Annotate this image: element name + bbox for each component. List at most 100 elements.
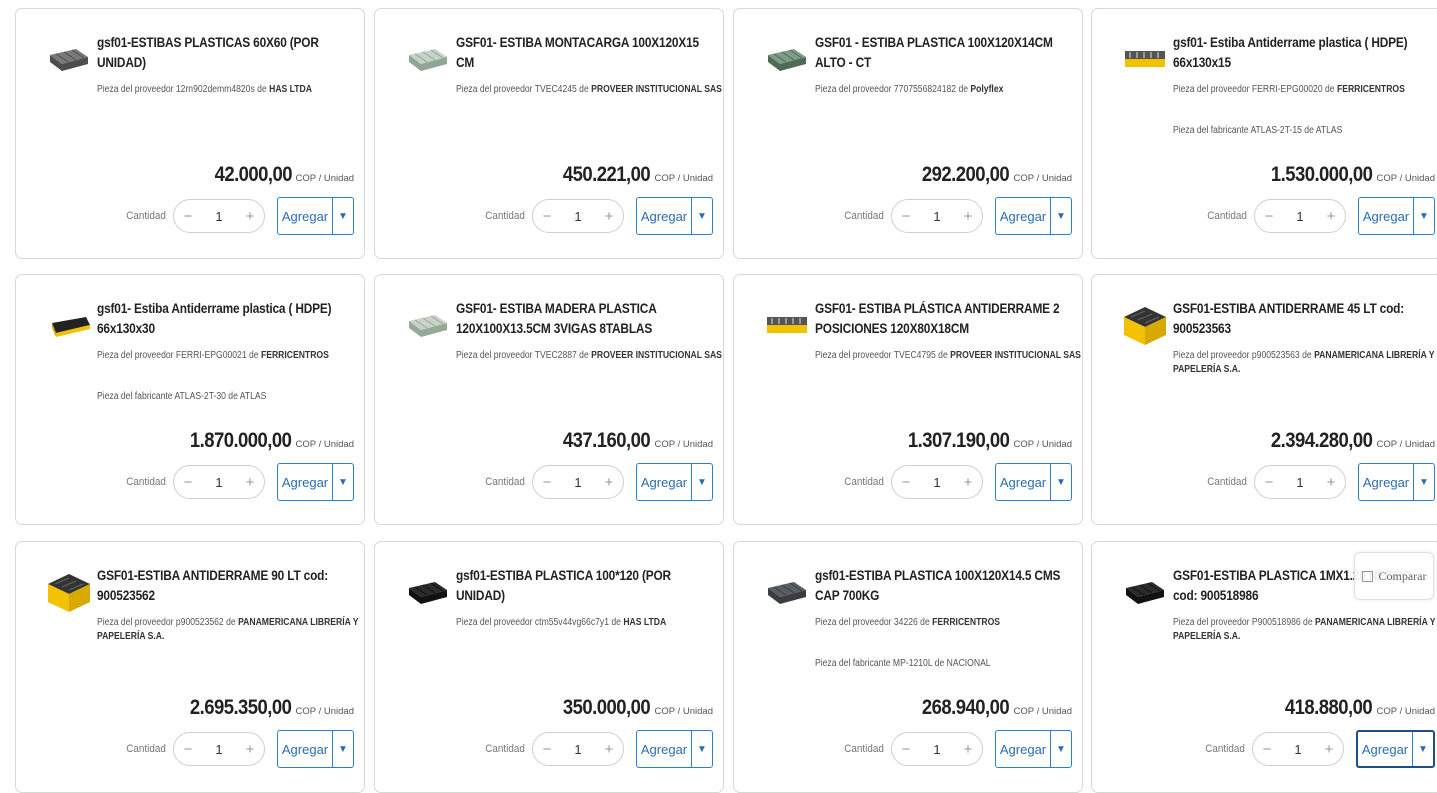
chevron-down-icon[interactable]: ▼: [333, 464, 353, 500]
decrement-button[interactable]: −: [1255, 208, 1283, 225]
quantity-stepper: −1 +: [891, 465, 983, 499]
product-title[interactable]: gsf01- Estiba Antiderrame plastica ( HDP…: [97, 299, 361, 339]
add-to-cart-button[interactable]: Agregar: [278, 464, 333, 500]
add-to-cart-button[interactable]: Agregar: [278, 198, 333, 234]
increment-button[interactable]: +: [236, 741, 264, 758]
pallet-green-icon[interactable]: [764, 37, 810, 83]
increment-button[interactable]: +: [595, 474, 623, 491]
increment-button[interactable]: +: [954, 208, 982, 225]
increment-button[interactable]: +: [595, 208, 623, 225]
decrement-button[interactable]: −: [174, 741, 202, 758]
product-title[interactable]: GSF01- ESTIBA PLÁSTICA ANTIDERRAME 2 POS…: [815, 299, 1079, 339]
quantity-input[interactable]: 1: [202, 742, 236, 757]
add-to-cart-button[interactable]: Agregar: [637, 464, 692, 500]
supplier-info: Pieza del proveedor ctm55v44vg66c7y1 de …: [456, 616, 723, 630]
supplier-info: Pieza del proveedor P900518986 de PANAME…: [1173, 616, 1437, 644]
spill-pallet-yellow-icon[interactable]: [1122, 37, 1168, 83]
chevron-down-icon[interactable]: ▼: [692, 464, 712, 500]
pallet-light-icon[interactable]: [405, 37, 451, 83]
product-card: gsf01- Estiba Antiderrame plastica ( HDP…: [1091, 8, 1437, 259]
quantity-row: Cantidad −1 + Agregar ▼: [842, 730, 1072, 768]
spill-pallet-yellow-icon[interactable]: [764, 303, 810, 349]
chevron-down-icon[interactable]: ▼: [692, 198, 712, 234]
chevron-down-icon[interactable]: ▼: [692, 731, 712, 767]
pallet-dark-grey-icon[interactable]: [764, 570, 810, 616]
decrement-button[interactable]: −: [533, 208, 561, 225]
decrement-button[interactable]: −: [533, 474, 561, 491]
quantity-input[interactable]: 1: [1283, 209, 1317, 224]
product-title[interactable]: GSF01-ESTIBA ANTIDERRAME 90 LT cod: 9005…: [97, 566, 361, 606]
add-to-cart-button[interactable]: Agregar: [637, 198, 692, 234]
quantity-input[interactable]: 1: [1283, 475, 1317, 490]
quantity-input[interactable]: 1: [202, 209, 236, 224]
spill-tray-yellow-icon[interactable]: [46, 303, 92, 349]
spill-box-yellow-icon[interactable]: [46, 570, 92, 616]
chevron-down-icon[interactable]: ▼: [333, 731, 353, 767]
product-title[interactable]: gsf01-ESTIBAS PLASTICAS 60X60 (POR UNIDA…: [97, 33, 361, 73]
decrement-button[interactable]: −: [533, 741, 561, 758]
add-to-cart-button[interactable]: Agregar: [637, 731, 692, 767]
add-to-cart-button[interactable]: Agregar: [1359, 198, 1414, 234]
decrement-button[interactable]: −: [892, 474, 920, 491]
compare-button[interactable]: Comparar: [1354, 552, 1434, 600]
quantity-input[interactable]: 1: [920, 209, 954, 224]
compare-checkbox[interactable]: [1361, 570, 1373, 582]
price: 42.000,00: [214, 163, 292, 186]
add-to-cart-button[interactable]: Agregar: [996, 198, 1051, 234]
decrement-button[interactable]: −: [174, 474, 202, 491]
chevron-down-icon[interactable]: ▼: [1414, 198, 1434, 234]
product-title[interactable]: GSF01-ESTIBA ANTIDERRAME 45 LT cod: 9005…: [1173, 299, 1437, 339]
add-to-cart-button[interactable]: Agregar: [1358, 732, 1413, 766]
decrement-button[interactable]: −: [892, 741, 920, 758]
decrement-button[interactable]: −: [174, 208, 202, 225]
price-unit: COP / Unidad: [1376, 173, 1435, 184]
increment-button[interactable]: +: [1317, 474, 1345, 491]
pallet-black-icon[interactable]: [1122, 570, 1168, 616]
product-title[interactable]: GSF01 - ESTIBA PLASTICA 100X120X14CM ALT…: [815, 33, 1079, 73]
quantity-input[interactable]: 1: [920, 475, 954, 490]
chevron-down-icon[interactable]: ▼: [1051, 198, 1071, 234]
decrement-button[interactable]: −: [892, 208, 920, 225]
product-title[interactable]: GSF01- ESTIBA MADERA PLASTICA 120X100X13…: [456, 299, 720, 339]
increment-button[interactable]: +: [1317, 208, 1345, 225]
add-to-cart-group: Agregar ▼: [995, 463, 1072, 501]
increment-button[interactable]: +: [236, 208, 264, 225]
manufacturer-info: Pieza del fabricante ATLAS-2T-30 de ATLA…: [97, 391, 267, 402]
quantity-label: Cantidad: [485, 743, 525, 755]
add-to-cart-button[interactable]: Agregar: [278, 731, 333, 767]
pallet-black-icon[interactable]: [405, 570, 451, 616]
decrement-button[interactable]: −: [1253, 741, 1281, 758]
quantity-label: Cantidad: [485, 476, 525, 488]
increment-button[interactable]: +: [1315, 741, 1343, 758]
pallet-wood-icon[interactable]: [405, 303, 451, 349]
increment-button[interactable]: +: [954, 474, 982, 491]
quantity-input[interactable]: 1: [920, 742, 954, 757]
add-to-cart-button[interactable]: Agregar: [996, 731, 1051, 767]
product-title[interactable]: gsf01-ESTIBA PLASTICA 100X120X14.5 CMS C…: [815, 566, 1079, 606]
increment-button[interactable]: +: [954, 741, 982, 758]
price-row: 268.940,00 COP / Unidad: [910, 696, 1072, 720]
quantity-input[interactable]: 1: [202, 475, 236, 490]
chevron-down-icon[interactable]: ▼: [1051, 464, 1071, 500]
quantity-row: Cantidad −1 + Agregar ▼: [483, 463, 713, 501]
quantity-input[interactable]: 1: [1281, 742, 1315, 757]
pallet-grey-icon[interactable]: [46, 37, 92, 83]
increment-button[interactable]: +: [595, 741, 623, 758]
quantity-input[interactable]: 1: [561, 209, 595, 224]
product-title[interactable]: gsf01- Estiba Antiderrame plastica ( HDP…: [1173, 33, 1437, 73]
decrement-button[interactable]: −: [1255, 474, 1283, 491]
chevron-down-icon[interactable]: ▼: [1414, 464, 1434, 500]
chevron-down-icon[interactable]: ▼: [333, 198, 353, 234]
increment-button[interactable]: +: [236, 474, 264, 491]
quantity-input[interactable]: 1: [561, 742, 595, 757]
add-to-cart-button[interactable]: Agregar: [1359, 464, 1414, 500]
spill-box-yellow-icon[interactable]: [1122, 303, 1168, 349]
supplier-info: Pieza del proveedor TVEC4245 de PROVEER …: [456, 83, 723, 97]
quantity-input[interactable]: 1: [561, 475, 595, 490]
price: 2.695.350,00: [189, 696, 292, 719]
product-title[interactable]: GSF01- ESTIBA MONTACARGA 100X120X15 CM: [456, 33, 720, 73]
product-title[interactable]: gsf01-ESTIBA PLASTICA 100*120 (POR UNIDA…: [456, 566, 720, 606]
chevron-down-icon[interactable]: ▼: [1051, 731, 1071, 767]
chevron-down-icon[interactable]: ▼: [1413, 732, 1433, 766]
add-to-cart-button[interactable]: Agregar: [996, 464, 1051, 500]
